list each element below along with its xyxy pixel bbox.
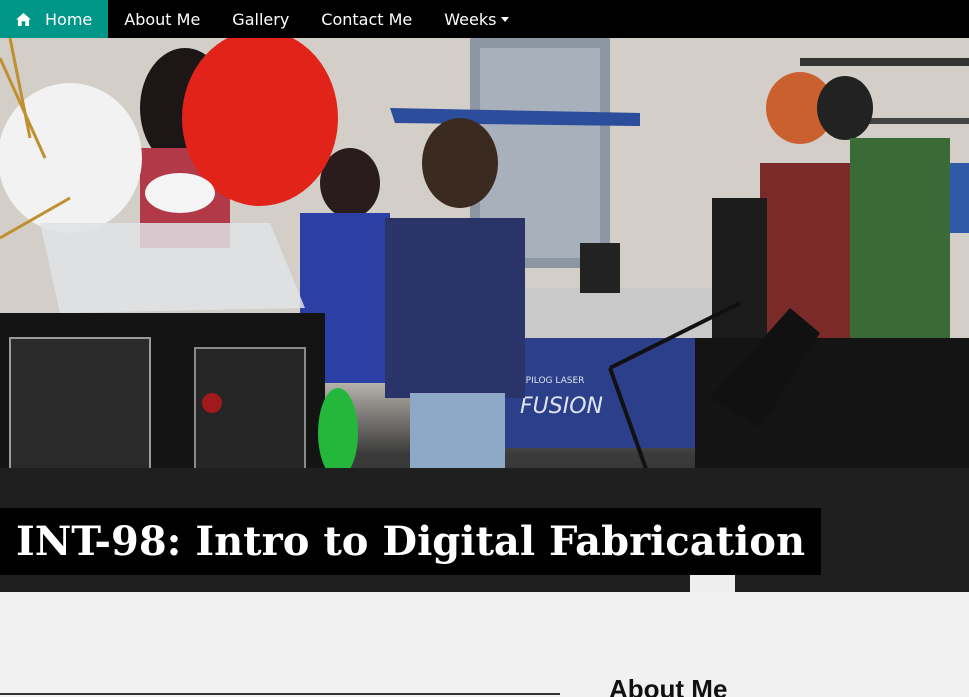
nav-gallery-label: Gallery	[232, 9, 290, 29]
main-content: About Me	[0, 592, 969, 697]
caret-down-icon	[501, 16, 510, 22]
nav-gallery[interactable]: Gallery	[216, 0, 305, 38]
about-me-heading: About Me	[609, 674, 728, 697]
section-divider	[0, 693, 560, 695]
hero-title: INT-98: Intro to Digital Fabrication	[0, 508, 822, 575]
nav-contact-me-label: Contact Me	[321, 9, 413, 29]
hero-banner: FUSION EPILOG LASER INT-98: Intro to Dig…	[0, 38, 969, 592]
machine-label-text: EPILOG LASER	[520, 376, 584, 386]
nav-about-me-label: About Me	[124, 9, 201, 29]
machine-brand-text: FUSION	[520, 394, 603, 419]
nav-contact-me[interactable]: Contact Me	[305, 0, 428, 38]
nav-home[interactable]: Home	[0, 0, 109, 38]
nav-weeks-dropdown[interactable]: Weeks	[428, 0, 525, 38]
nav-about-me[interactable]: About Me	[108, 0, 216, 38]
top-navbar: Home About Me Gallery Contact Me Weeks	[0, 0, 969, 38]
nav-weeks-label: Weeks	[444, 9, 497, 29]
home-icon	[16, 12, 31, 26]
nav-home-label: Home	[45, 9, 93, 29]
